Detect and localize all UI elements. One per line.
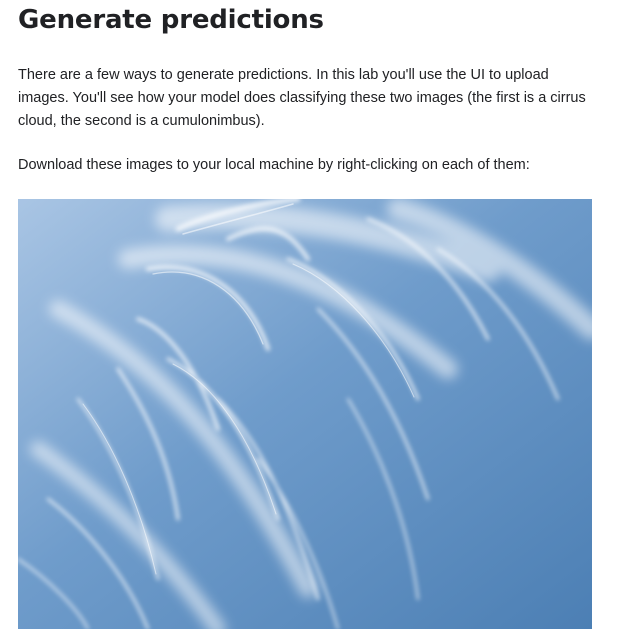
intro-paragraph: There are a few ways to generate predict…	[18, 67, 586, 129]
cirrus-cloud-image[interactable]	[18, 199, 592, 629]
download-instruction: Download these images to your local mach…	[18, 157, 530, 173]
section-heading: Generate predictions	[18, 5, 324, 35]
